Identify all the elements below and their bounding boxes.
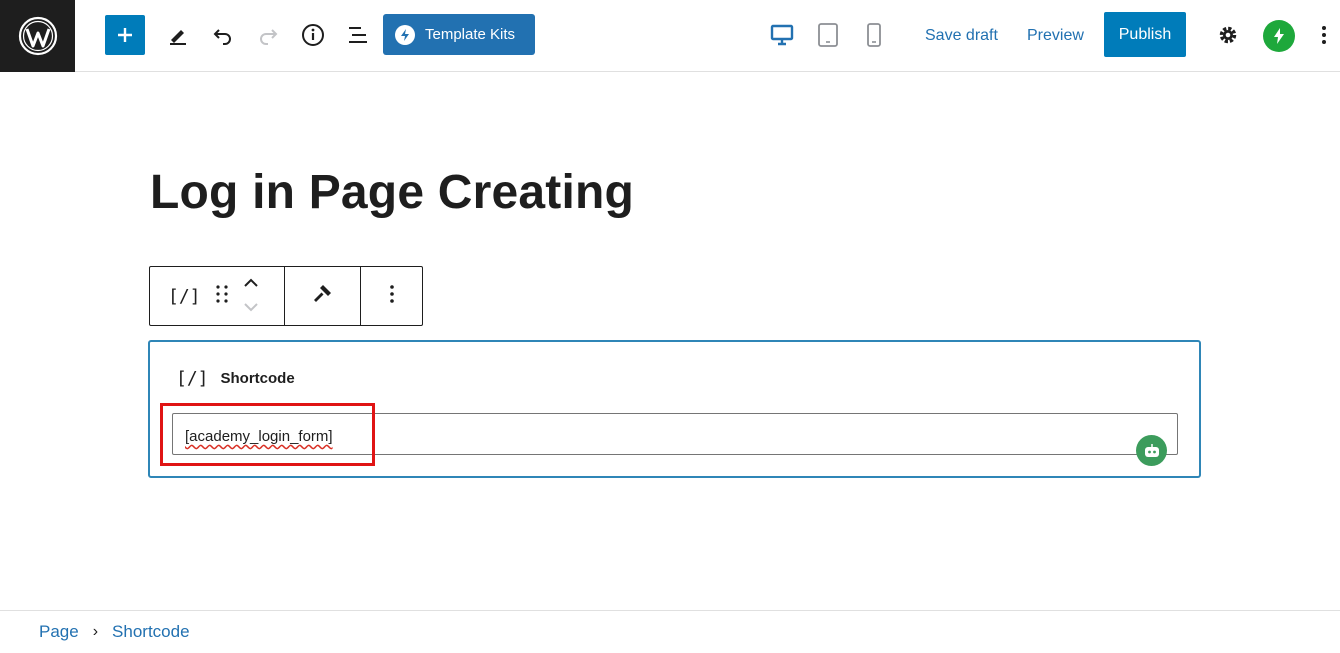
shortcode-icon: [/] [176, 368, 209, 389]
publish-button[interactable]: Publish [1104, 12, 1186, 57]
block-toolbar-group-tools [285, 267, 361, 325]
template-kits-label: Template Kits [425, 26, 516, 43]
hammer-icon[interactable] [311, 282, 335, 311]
list-view-icon[interactable] [340, 15, 376, 55]
block-toolbar-group-main: [/] [150, 267, 285, 325]
jetpack-icon[interactable] [1263, 20, 1295, 52]
add-block-button[interactable] [105, 15, 145, 55]
shortcode-block[interactable]: [/] Shortcode [academy_login_form] [148, 340, 1201, 478]
block-type-button[interactable]: [/] [168, 286, 201, 307]
more-options-icon[interactable] [1306, 15, 1340, 55]
annotation-highlight-box [160, 403, 375, 466]
details-info-icon[interactable] [295, 15, 331, 55]
desktop-preview-icon[interactable] [764, 15, 800, 55]
settings-gear-icon[interactable] [1210, 15, 1246, 55]
page-title[interactable]: Log in Page Creating [150, 165, 634, 220]
breadcrumb-separator-icon: › [92, 623, 99, 640]
mobile-preview-icon[interactable] [856, 15, 892, 55]
template-kits-button[interactable]: Template Kits [383, 14, 535, 55]
breadcrumb-item-page[interactable]: Page [39, 622, 79, 642]
drag-handle-icon[interactable] [215, 284, 229, 309]
breadcrumb-item-shortcode[interactable]: Shortcode [112, 622, 190, 642]
breadcrumb: Page › Shortcode [0, 610, 1340, 653]
pencil-tools-icon[interactable] [160, 15, 196, 55]
grammar-assistant-icon[interactable] [1136, 435, 1167, 466]
block-toolbar: [/] [149, 266, 423, 326]
editor-top-bar: Template Kits Save draft Preview Publish [0, 0, 1340, 72]
shortcode-block-label: [/] Shortcode [176, 368, 295, 389]
move-down-chevron-icon[interactable] [243, 299, 259, 317]
wordpress-logo-icon[interactable] [0, 0, 75, 72]
move-buttons [243, 275, 259, 317]
tablet-preview-icon[interactable] [810, 15, 846, 55]
move-up-chevron-icon[interactable] [243, 275, 259, 293]
undo-icon[interactable] [205, 15, 241, 55]
template-kits-logo-icon [395, 24, 415, 45]
redo-icon[interactable] [250, 15, 286, 55]
save-draft-button[interactable]: Save draft [925, 20, 998, 52]
block-options-icon[interactable] [389, 283, 395, 310]
block-toolbar-group-options [361, 267, 422, 325]
shortcode-label: Shortcode [220, 370, 295, 387]
preview-button[interactable]: Preview [1027, 20, 1084, 52]
